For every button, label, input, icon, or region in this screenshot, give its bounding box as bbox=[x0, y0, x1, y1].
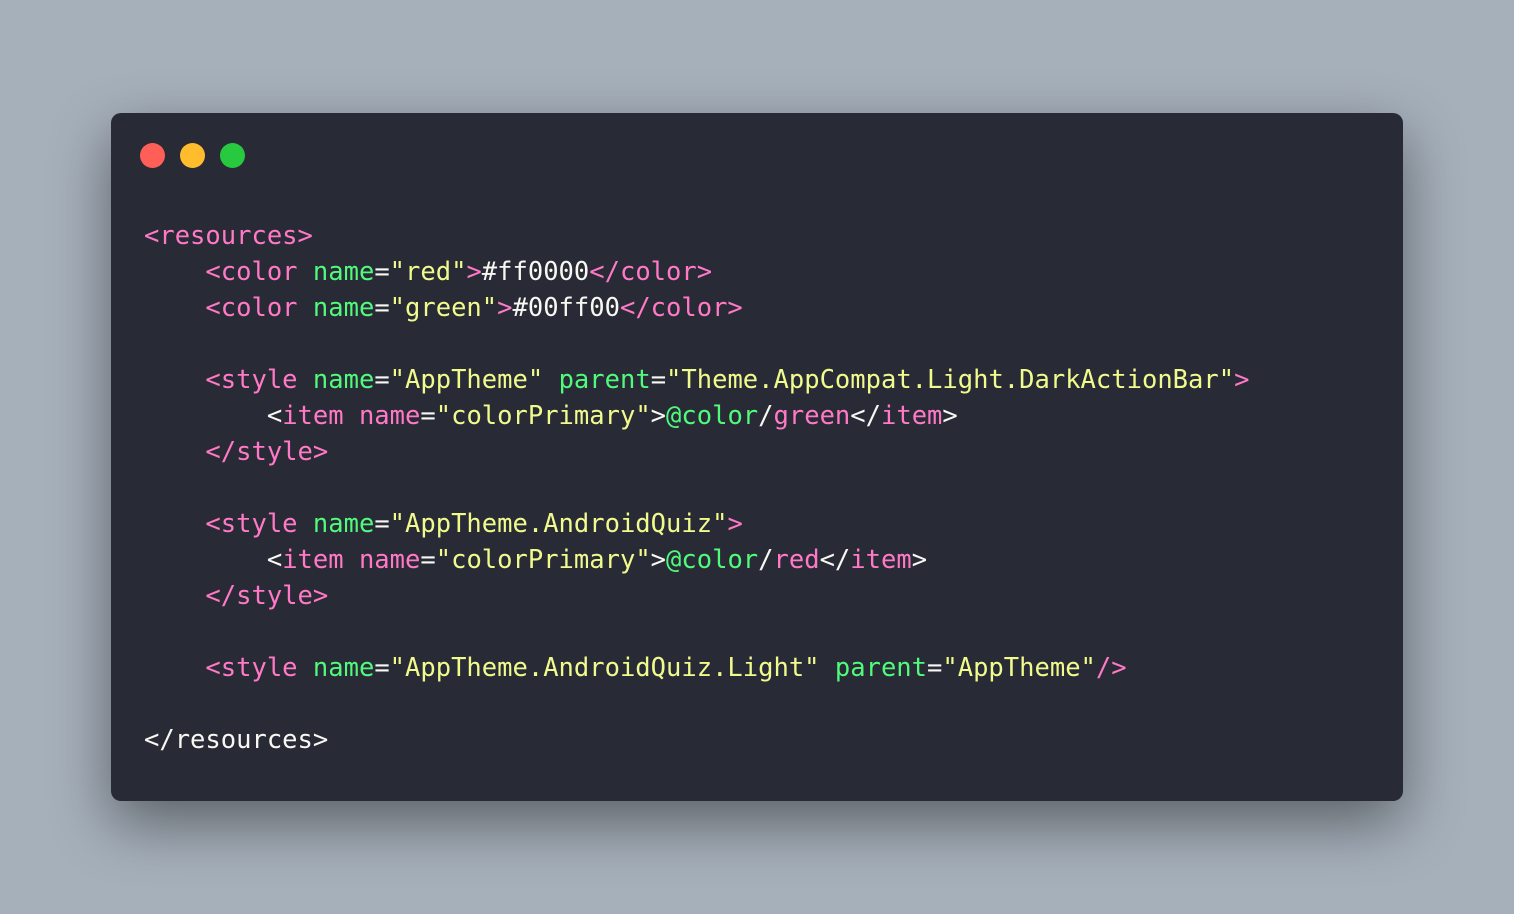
code-token: </style> bbox=[205, 581, 329, 611]
code-token: #00ff00 bbox=[512, 293, 620, 323]
code-token: "AppTheme.AndroidQuiz" bbox=[389, 509, 728, 539]
code-token: <style bbox=[205, 365, 313, 395]
code-line: <style name="AppTheme.AndroidQuiz.Light"… bbox=[144, 650, 1249, 686]
code-line: <color name="red">#ff0000</color> bbox=[144, 254, 1249, 290]
code-line: <resources> bbox=[144, 218, 1249, 254]
code-token: = bbox=[420, 545, 436, 575]
code-token: name bbox=[312, 365, 375, 395]
code-token: "Theme.AppCompat.Light.DarkActionBar" bbox=[666, 365, 1235, 395]
code-token: @color bbox=[666, 545, 759, 575]
code-token: #ff0000 bbox=[481, 257, 590, 287]
code-token: > bbox=[1234, 365, 1250, 395]
code-token: <color bbox=[205, 257, 313, 287]
code-token: </color> bbox=[619, 293, 743, 323]
code-token: item bbox=[881, 401, 943, 431]
window-controls bbox=[140, 143, 245, 168]
code-token: = bbox=[374, 365, 390, 395]
code-token: > bbox=[466, 257, 482, 287]
code-token: name bbox=[312, 257, 375, 287]
code-token: @color bbox=[666, 401, 759, 431]
code-line: <color name="green">#00ff00</color> bbox=[144, 290, 1249, 326]
code-token: = bbox=[374, 653, 390, 683]
code-token: < bbox=[266, 545, 283, 575]
code-token: /> bbox=[1095, 653, 1127, 683]
code-line: <item name="colorPrimary">@color/red</it… bbox=[144, 542, 1249, 578]
code-line: <style name="AppTheme.AndroidQuiz"> bbox=[144, 506, 1249, 542]
code-token: <style bbox=[205, 509, 313, 539]
code-token: > bbox=[727, 509, 743, 539]
code-token: "colorPrimary" bbox=[435, 545, 651, 575]
code-token: "AppTheme.AndroidQuiz.Light" bbox=[389, 653, 835, 683]
code-token: / bbox=[758, 545, 774, 575]
code-token: = bbox=[374, 509, 390, 539]
code-token: = bbox=[650, 365, 667, 395]
code-token: name bbox=[312, 293, 375, 323]
code-token: </resources> bbox=[144, 725, 329, 755]
code-token: > bbox=[497, 293, 513, 323]
code-token: <style bbox=[205, 653, 313, 683]
code-token: "green" bbox=[389, 293, 498, 323]
code-token: "colorPrimary" bbox=[435, 401, 651, 431]
code-token: item bbox=[282, 545, 359, 575]
code-line: <item name="colorPrimary">@color/green</… bbox=[144, 398, 1249, 434]
code-line: <style name="AppTheme" parent="Theme.App… bbox=[144, 362, 1249, 398]
code-token: </ bbox=[850, 401, 881, 431]
code-token: red bbox=[773, 545, 820, 575]
maximize-button[interactable] bbox=[220, 143, 245, 168]
minimize-button[interactable] bbox=[180, 143, 205, 168]
code-token: = bbox=[420, 401, 436, 431]
code-block: <resources> <color name="red">#ff0000</c… bbox=[144, 218, 1249, 758]
close-button[interactable] bbox=[140, 143, 165, 168]
code-token: > bbox=[650, 401, 667, 431]
code-token: name bbox=[358, 545, 421, 575]
code-token: = bbox=[374, 257, 390, 287]
code-token: item bbox=[850, 545, 912, 575]
code-token: </style> bbox=[205, 437, 329, 467]
code-token: > bbox=[911, 545, 928, 575]
code-token: > bbox=[942, 401, 958, 431]
code-token: green bbox=[773, 401, 851, 431]
code-token: / bbox=[758, 401, 774, 431]
code-token: "AppTheme" bbox=[389, 365, 559, 395]
code-token: = bbox=[374, 293, 390, 323]
code-token: parent bbox=[558, 365, 651, 395]
code-token: </ bbox=[819, 545, 851, 575]
code-token: name bbox=[358, 401, 421, 431]
code-window: <resources> <color name="red">#ff0000</c… bbox=[111, 113, 1403, 801]
code-line: </style> bbox=[144, 434, 1249, 470]
code-token: <color bbox=[205, 293, 313, 323]
code-token: parent bbox=[834, 653, 928, 683]
code-line: </resources> bbox=[144, 722, 1249, 758]
code-token: </color> bbox=[589, 257, 713, 287]
code-line: </style> bbox=[144, 578, 1249, 614]
code-token: < bbox=[266, 401, 283, 431]
code-token: name bbox=[312, 653, 375, 683]
code-token: item bbox=[282, 401, 359, 431]
code-token: > bbox=[650, 545, 667, 575]
code-token: = bbox=[927, 653, 943, 683]
code-token: "AppTheme" bbox=[942, 653, 1096, 683]
code-token: <resources> bbox=[144, 221, 313, 251]
code-token: "red" bbox=[389, 257, 467, 287]
code-token: name bbox=[312, 509, 375, 539]
